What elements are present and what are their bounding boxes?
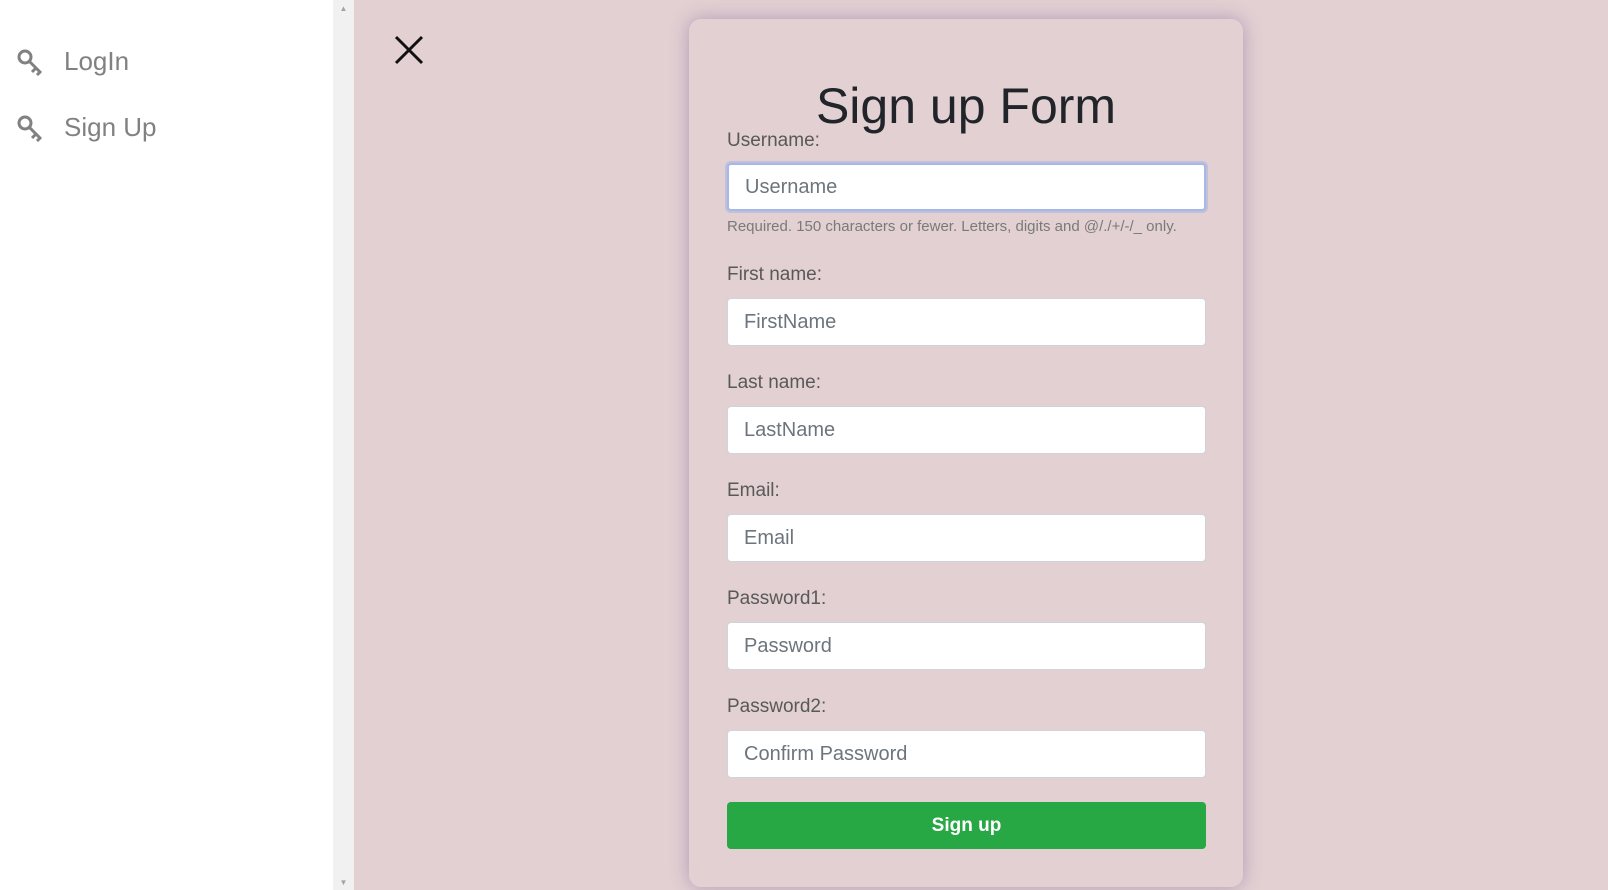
password-input[interactable] <box>727 622 1206 670</box>
form-title: Sign up Form <box>815 78 1117 134</box>
password2-label: Password2: <box>727 696 827 717</box>
confirm-password-input[interactable] <box>727 730 1206 778</box>
sidebar: LogIn Sign Up <box>0 0 333 890</box>
username-label: Username: <box>727 130 820 151</box>
sidebar-item-login[interactable]: LogIn <box>16 46 129 77</box>
scroll-down-icon[interactable]: ▼ <box>333 874 354 890</box>
close-button[interactable] <box>392 33 426 67</box>
first-name-label: First name: <box>727 264 823 285</box>
signup-form-card: Sign up Form Username: Required. 150 cha… <box>689 19 1243 887</box>
sidebar-item-signup[interactable]: Sign Up <box>16 112 157 143</box>
email-label: Email: <box>727 480 780 501</box>
key-icon <box>16 48 44 76</box>
sign-up-button[interactable]: Sign up <box>727 802 1206 849</box>
sidebar-item-label: LogIn <box>64 46 130 76</box>
email-input[interactable] <box>727 514 1206 562</box>
scroll-up-icon[interactable]: ▲ <box>333 0 354 16</box>
password1-label: Password1: <box>727 588 827 609</box>
close-icon <box>394 35 424 65</box>
sidebar-scrollbar[interactable]: ▲ ▼ <box>333 0 354 890</box>
username-input[interactable] <box>727 163 1206 211</box>
sidebar-item-label: Sign Up <box>64 112 157 142</box>
key-icon <box>16 114 44 142</box>
first-name-input[interactable] <box>727 298 1206 346</box>
last-name-input[interactable] <box>727 406 1206 454</box>
username-help-text: Required. 150 characters or fewer. Lette… <box>727 218 1177 235</box>
last-name-label: Last name: <box>727 372 821 393</box>
